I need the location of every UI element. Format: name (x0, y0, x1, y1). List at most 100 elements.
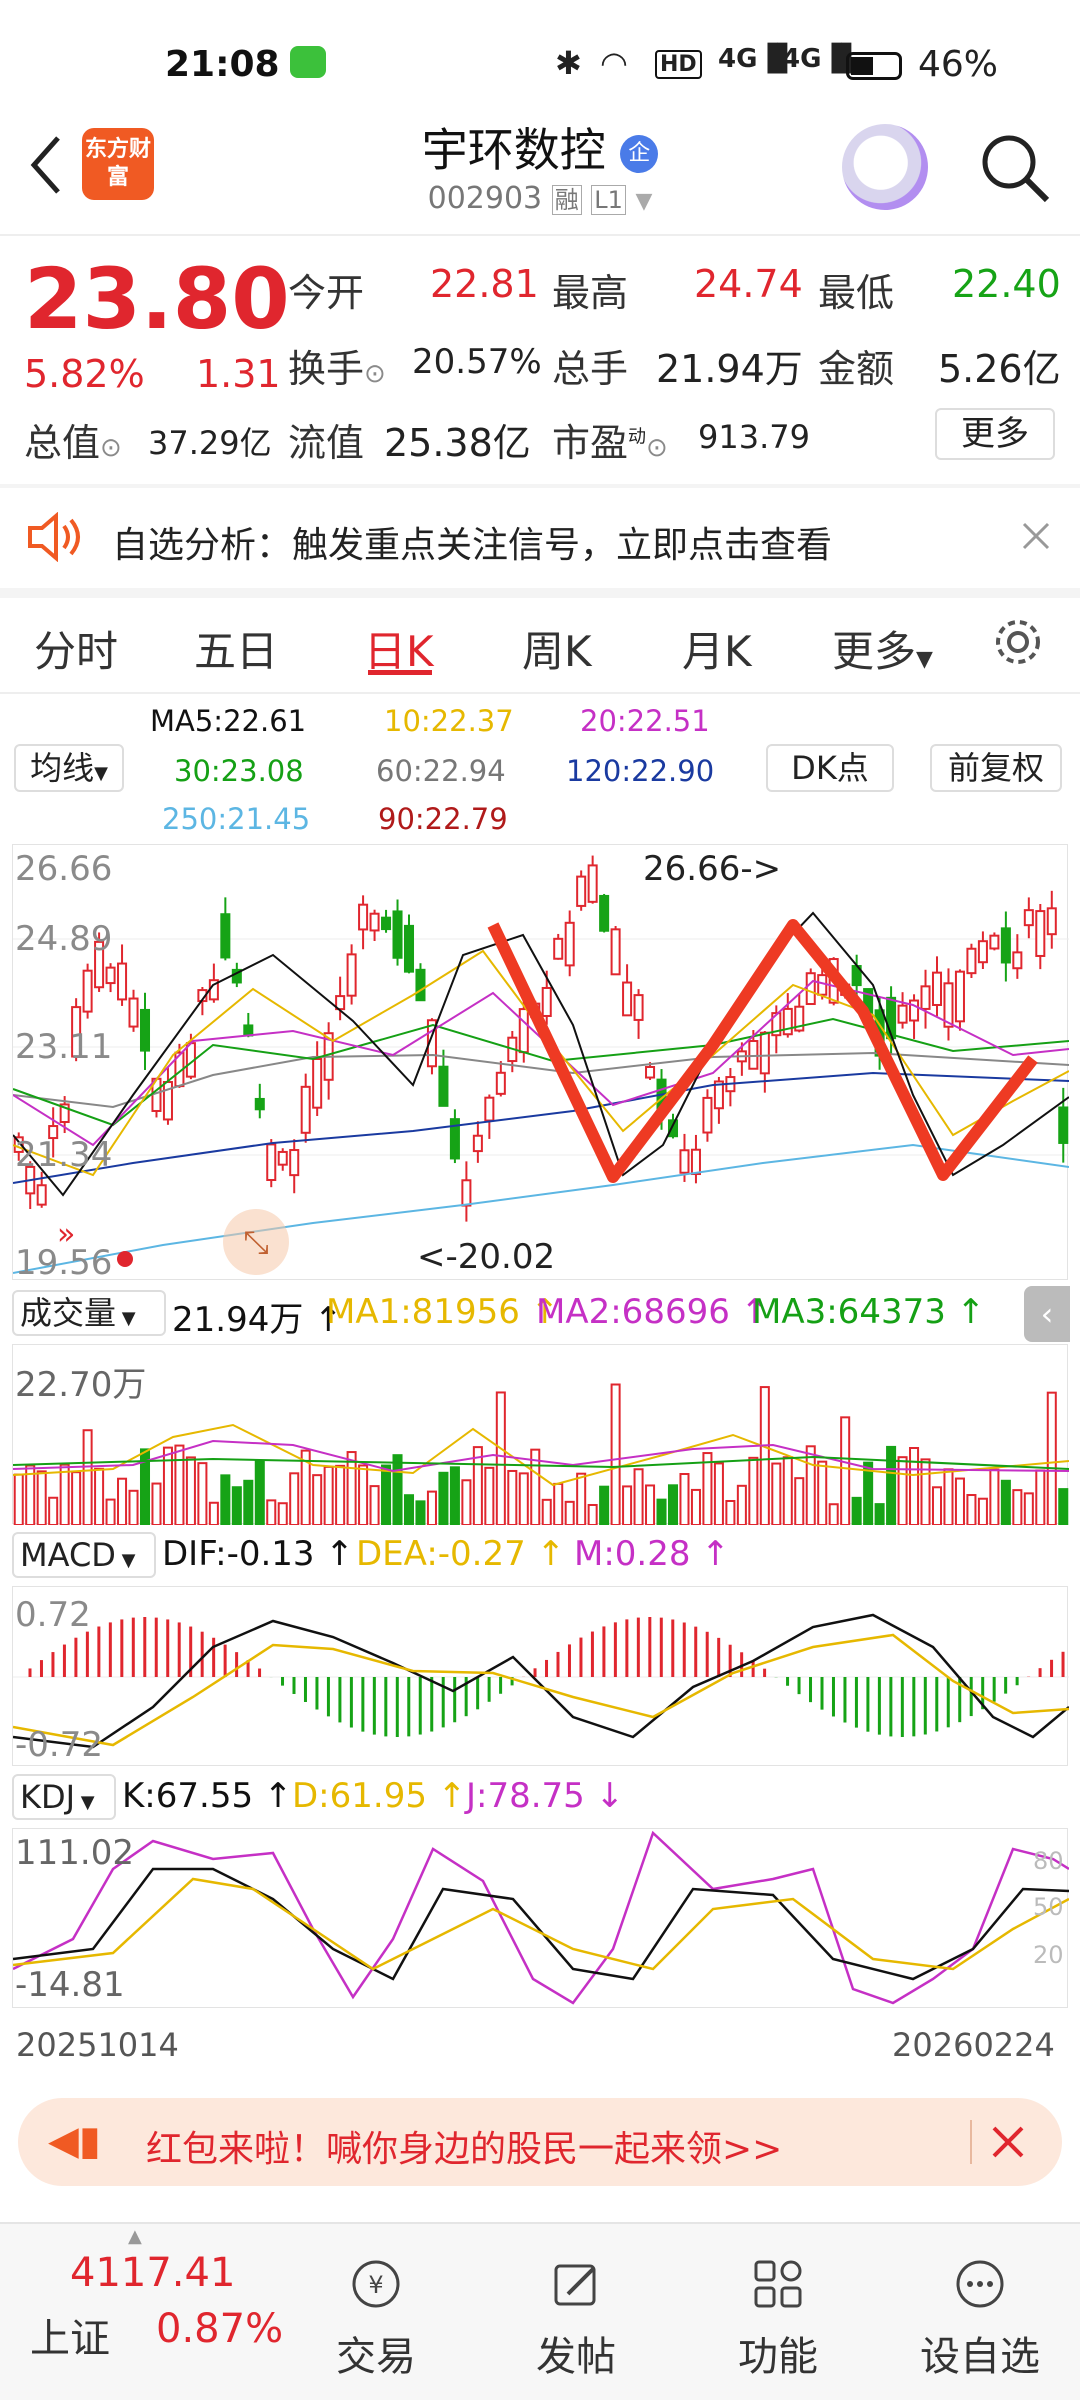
macd-bar (889, 1677, 893, 1737)
mktcap-label: 总值 (24, 421, 101, 465)
macd-chart[interactable]: 0.72 -0.72 (12, 1586, 1069, 1766)
macd-bar (671, 1619, 675, 1677)
candle-body (759, 1031, 770, 1075)
tab-more[interactable]: 更多▼ (832, 618, 933, 679)
index-value[interactable]: 4117.41 (70, 2250, 235, 2296)
adjust-button[interactable]: 前复权 (930, 744, 1062, 792)
promo-banner[interactable]: ◀▮ 红包来啦！喊你身边的股民一起来领>> (18, 2098, 1062, 2186)
ma250-value: 250:21.45 (162, 802, 311, 836)
tab-five-day[interactable]: 五日 (194, 618, 278, 679)
ma20-value: 20:22.51 (580, 704, 710, 738)
status-time: 21:08 (165, 44, 280, 85)
promo-close-icon[interactable] (990, 2124, 1026, 2160)
volume-bar (36, 1470, 47, 1525)
candle-body (966, 947, 977, 975)
candle-body (909, 999, 920, 1022)
candle-body (977, 940, 988, 964)
candle-body (954, 970, 965, 1023)
macd-bar (613, 1622, 617, 1677)
ma5-line (13, 911, 1069, 1197)
notice-banner[interactable]: 自选分析：触发重点关注信号，立即点击查看 (0, 488, 1080, 588)
status-bar: 21:08 ✱ ◠ HD 4G▐▌ 4G▐▌ 46% (0, 0, 1080, 130)
pe-value: 913.79 (698, 418, 810, 456)
low-marker: <-20.02 (417, 1237, 556, 1277)
macd-bar (281, 1677, 285, 1686)
volume-bar (403, 1494, 415, 1525)
volume-bar (197, 1462, 208, 1525)
tab-weekly-k[interactable]: 周K (522, 618, 592, 679)
volume-bar (495, 1391, 506, 1525)
nav-add-watchlist[interactable]: 设自选 (910, 2256, 1050, 2382)
expand-icon[interactable]: ⤡ (223, 1209, 289, 1275)
kdj-line-50: 50 (1033, 1893, 1064, 1921)
volume-bar (220, 1474, 231, 1525)
open-label: 今开 (288, 271, 365, 315)
ma-selector[interactable]: 均线▼ (14, 744, 124, 792)
volume-selector[interactable]: 成交量 ▼ (12, 1290, 166, 1336)
volume-bar (771, 1462, 782, 1525)
candle-body (1000, 927, 1011, 964)
macd-bar (143, 1617, 147, 1677)
nav-trade[interactable]: ¥ 交易 (306, 2256, 446, 2382)
macd-bar (786, 1677, 790, 1686)
volume-bar (162, 1446, 173, 1525)
macd-bar (177, 1622, 181, 1677)
tab-minute[interactable]: 分时 (34, 618, 118, 679)
nav-functions[interactable]: 功能 (708, 2256, 848, 2382)
volume-bar (599, 1485, 610, 1525)
pe-sup: 动 (628, 426, 647, 448)
volume-label: 总手 (552, 347, 629, 391)
candle-body (897, 1004, 908, 1024)
candle-body (266, 1143, 277, 1181)
low-label: 最低 (818, 271, 895, 315)
info-icon[interactable]: ⊙ (646, 433, 668, 463)
macd-bar (682, 1622, 686, 1677)
volume-bars-group (13, 1383, 1069, 1525)
more-dots-icon (956, 2260, 1004, 2308)
index-percent[interactable]: 0.87% (156, 2306, 283, 2352)
volume-bar (622, 1485, 633, 1525)
info-icon[interactable]: ⊙ (100, 433, 122, 463)
volume-bar (1000, 1479, 1011, 1525)
nav-post[interactable]: 发帖 (506, 2256, 646, 2382)
volume-bar (645, 1484, 656, 1525)
macd-bar (1038, 1668, 1042, 1677)
macd-bar (258, 1668, 262, 1677)
kline-chart[interactable]: 26.66 24.89 23.11 21.34 19.56 26.66-> <-… (12, 844, 1069, 1283)
volume-bar (507, 1469, 518, 1525)
index-name[interactable]: 上证 (30, 2306, 110, 2364)
volume-bar (840, 1416, 851, 1525)
volume-bar (461, 1479, 472, 1525)
volume-bar (576, 1472, 587, 1525)
volume-bar (748, 1456, 759, 1525)
settings-gear-icon[interactable] (990, 614, 1046, 670)
close-icon[interactable] (1020, 520, 1052, 552)
chevron-right-icon[interactable]: » (57, 1217, 97, 1257)
mktcap-value: 37.29亿 (148, 424, 272, 462)
kdj-selector[interactable]: KDJ ▼ (12, 1774, 116, 1820)
macd-bar (602, 1626, 606, 1677)
collapse-panel-icon[interactable]: ‹ (1024, 1286, 1070, 1342)
candle-body (702, 1096, 713, 1134)
info-icon[interactable]: ⊙ (364, 359, 386, 389)
ma5-value: MA5:22.61 (150, 704, 307, 738)
volume-bar (1035, 1469, 1046, 1525)
dk-point-button[interactable]: DK点 (766, 744, 894, 792)
more-quote-button[interactable]: 更多 (935, 408, 1055, 460)
kdj-chart[interactable]: 111.02 -14.81 80 50 20 (12, 1828, 1069, 2008)
macd-bar (900, 1677, 904, 1737)
volume-chart[interactable]: 22.70万 (12, 1344, 1069, 1525)
macd-bar (1015, 1677, 1019, 1686)
ma90-value: 90:22.79 (378, 802, 508, 836)
macd-bar (223, 1644, 227, 1677)
volume-current: 21.94万 ↑ (172, 1300, 343, 1340)
macd-selector[interactable]: MACD ▼ (12, 1532, 156, 1578)
tab-monthly-k[interactable]: 月K (682, 618, 752, 679)
dropdown-caret-icon[interactable]: ▼ (635, 189, 652, 214)
kdj-d-line (13, 1877, 1069, 1971)
search-icon[interactable] (975, 128, 1055, 208)
assistant-robot-icon[interactable] (842, 124, 928, 210)
macd-bar (338, 1677, 342, 1723)
volume-bar (886, 1445, 897, 1525)
macd-bar (705, 1631, 709, 1677)
